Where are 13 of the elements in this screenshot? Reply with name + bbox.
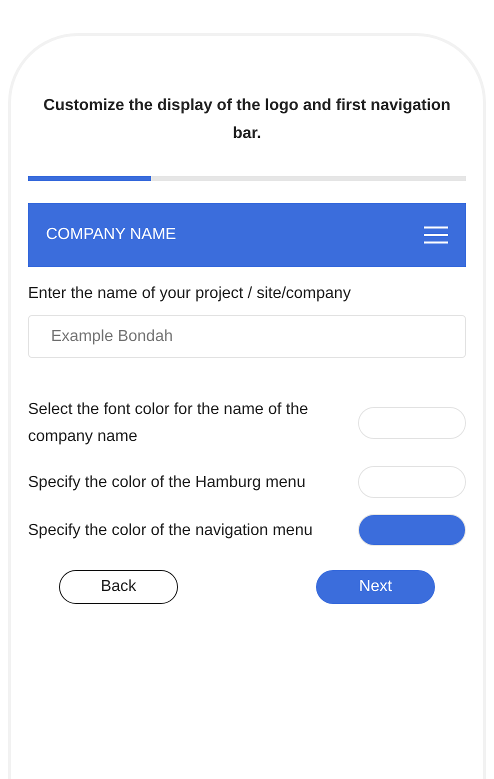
option-label: Select the font color for the name of the company name	[28, 400, 310, 447]
company-name: COMPANY NAME	[46, 226, 176, 244]
option-label: Specify the color of the navigation menu	[28, 520, 314, 540]
color-swatch[interactable]	[358, 407, 466, 439]
color-swatch[interactable]	[358, 514, 466, 546]
option-label: Specify the color of the Hamburg menu	[28, 472, 306, 492]
step-heading: Customize the display of the logo and first navigation bar.	[42, 96, 452, 144]
name-input-field[interactable]: Example Bondah	[28, 315, 466, 358]
color-swatch[interactable]	[358, 466, 466, 498]
next-button[interactable]: Next	[316, 570, 435, 604]
menu-icon	[424, 226, 448, 244]
field-label: Enter the name of your project / site/company	[28, 285, 352, 303]
back-button[interactable]: Back	[59, 570, 178, 604]
